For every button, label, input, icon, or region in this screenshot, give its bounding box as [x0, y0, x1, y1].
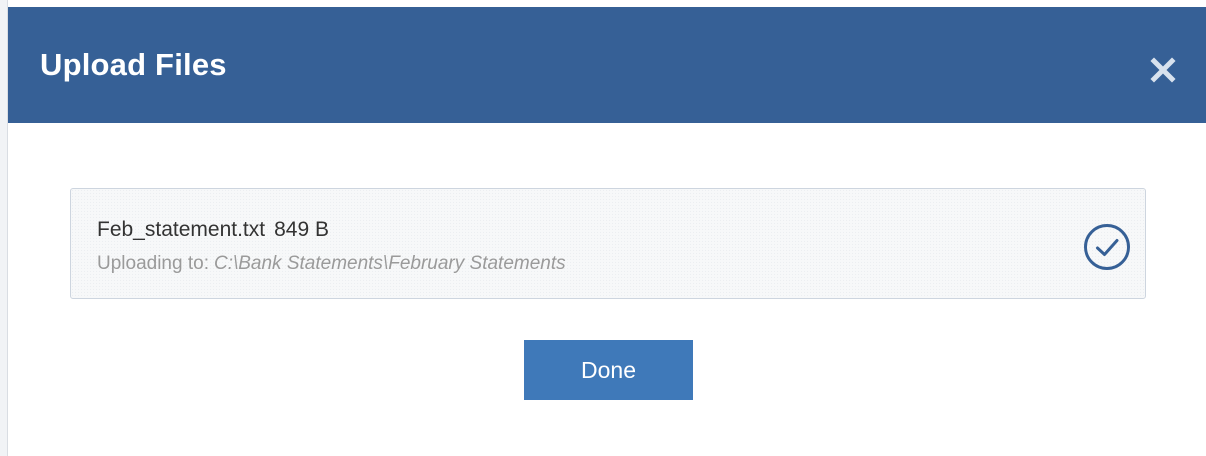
dialog-title: Upload Files	[40, 47, 227, 82]
destination-label: Uploading to:	[97, 253, 209, 274]
background-window-edge	[0, 0, 8, 456]
file-size: 849 B	[274, 218, 329, 241]
page: Upload Files Feb_statement.txt 849 B Uplo…	[0, 0, 1206, 456]
dialog-header: Upload Files	[8, 7, 1206, 123]
file-info: Feb_statement.txt 849 B	[97, 218, 329, 242]
check-circle-icon	[1084, 224, 1130, 270]
upload-destination: Uploading to: C:\Bank Statements\February…	[97, 253, 566, 275]
upload-files-dialog: Upload Files Feb_statement.txt 849 B Uplo…	[8, 7, 1206, 456]
done-button[interactable]: Done	[524, 340, 693, 400]
upload-file-item: Feb_statement.txt 849 B Uploading to: C:\B…	[70, 188, 1146, 299]
close-button[interactable]	[1150, 57, 1176, 83]
file-name: Feb_statement.txt	[97, 218, 266, 241]
destination-path: C:\Bank Statements\February Statements	[213, 253, 566, 274]
close-icon	[1150, 57, 1176, 83]
